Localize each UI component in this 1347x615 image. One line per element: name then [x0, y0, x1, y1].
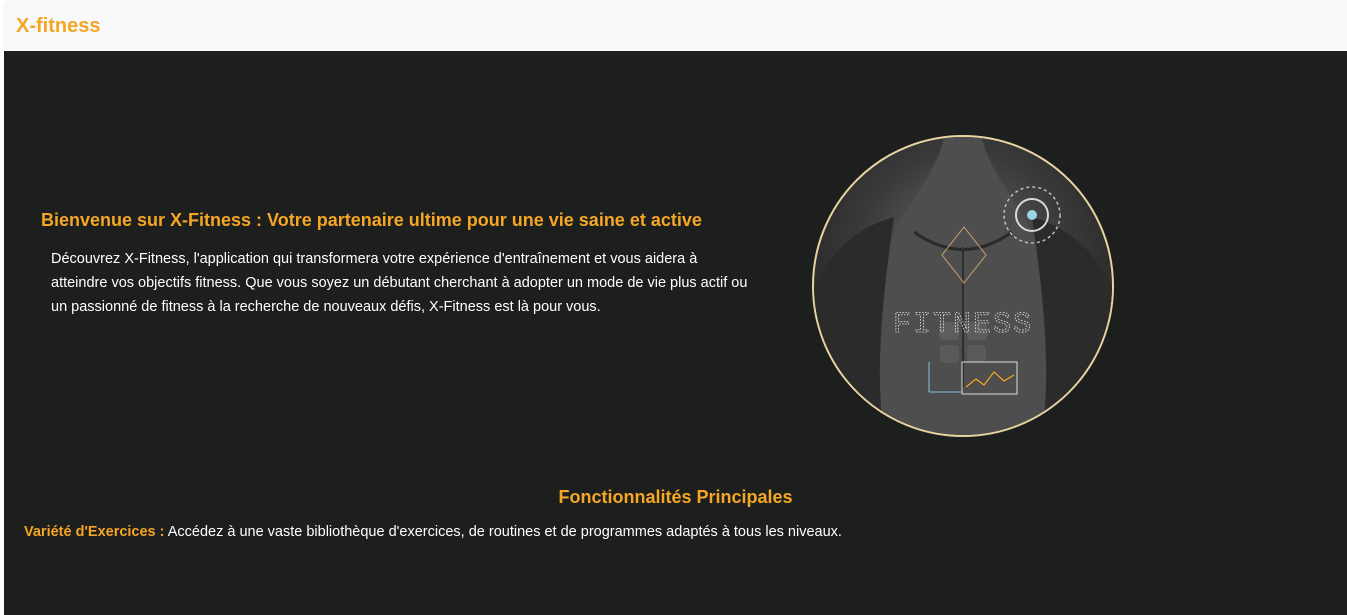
fitness-illustration: FITNESS — [814, 137, 1112, 435]
navbar: X-fitness — [3, 0, 1347, 51]
brand-logo-link[interactable]: X-fitness — [16, 13, 100, 39]
feature-item: Variété d'Exercices : Accédez à une vast… — [24, 521, 1224, 543]
hero-title: Bienvenue sur X-Fitness : Votre partenai… — [41, 210, 702, 230]
features-title: Fonctionnalités Principales — [558, 487, 793, 507]
main-content: Bienvenue sur X-Fitness : Votre partenai… — [4, 51, 1347, 615]
hero-image: FITNESS — [812, 135, 1114, 437]
feature-description: Accédez à une vaste bibliothèque d'exerc… — [164, 524, 842, 540]
hero-description: Découvrez X-Fitness, l'application qui t… — [51, 251, 748, 315]
page: X-fitness Bienvenue sur X-Fitness : Votr… — [0, 0, 1347, 615]
feature-name: Variété d'Exercices : — [24, 524, 165, 540]
fitness-caption: FITNESS — [893, 308, 1033, 342]
